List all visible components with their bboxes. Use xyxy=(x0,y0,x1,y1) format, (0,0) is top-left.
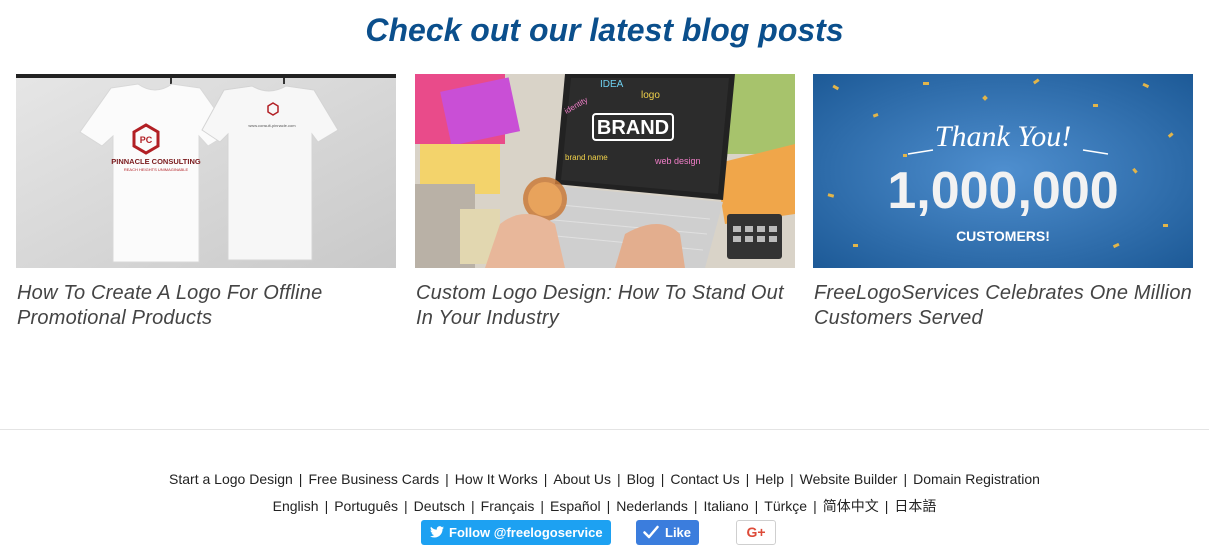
language-link-german[interactable]: Deutsch xyxy=(414,498,465,514)
thank-you-million-image: Thank You! 1,000,000 CUSTOMERS! xyxy=(813,74,1193,268)
blog-thumbnail-million[interactable]: Thank You! 1,000,000 CUSTOMERS! xyxy=(813,74,1193,268)
shirt-url-text: www.consult-pinnacle.com xyxy=(248,123,296,128)
language-link-turkish[interactable]: Türkçe xyxy=(764,498,807,514)
language-link-italian[interactable]: Italiano xyxy=(703,498,748,514)
customers-text: CUSTOMERS! xyxy=(956,228,1050,244)
footer-nav-links: Start a Logo Design | Free Business Cards |… xyxy=(169,471,1040,487)
screen-word-logo: logo xyxy=(641,90,660,101)
blog-thumbnail-tshirts[interactable]: PC PINNACLE CONSULTING REACH HEIGHTS UNI… xyxy=(16,74,396,268)
facebook-like-check-icon xyxy=(643,525,659,539)
footer-link-about-us[interactable]: About Us xyxy=(553,471,611,487)
blog-card-1[interactable]: PC PINNACLE CONSULTING REACH HEIGHTS UNI… xyxy=(16,74,396,331)
twitter-bird-icon xyxy=(430,526,444,538)
footer-language-links: English | Português | Deutsch | Français | Españ… xyxy=(272,498,937,514)
blog-post-title-1[interactable]: How To Create A Logo For Offline Promoti… xyxy=(16,281,396,331)
blog-card-3[interactable]: Thank You! 1,000,000 CUSTOMERS! FreeLogo… xyxy=(813,74,1193,331)
google-plus-icon: G+ xyxy=(746,524,766,540)
language-link-chinese[interactable]: 简体中文 xyxy=(823,498,879,514)
language-link-french[interactable]: Français xyxy=(481,498,535,514)
footer-link-blog[interactable]: Blog xyxy=(627,471,655,487)
language-link-spanish[interactable]: Español xyxy=(550,498,601,514)
thank-you-text: Thank You! xyxy=(935,120,1071,153)
footer-link-how-it-works[interactable]: How It Works xyxy=(455,471,538,487)
facebook-like-button[interactable]: Like xyxy=(636,520,699,545)
language-link-english[interactable]: English xyxy=(273,498,319,514)
blog-thumbnail-brand[interactable]: BRAND IDEA logo identity brand name web … xyxy=(415,74,795,268)
facebook-like-label: Like xyxy=(665,525,692,540)
shirt-tagline-text: REACH HEIGHTS UNIMAGINABLE xyxy=(124,167,189,172)
section-heading: Check out our latest blog posts xyxy=(365,12,844,48)
footer-link-contact-us[interactable]: Contact Us xyxy=(670,471,739,487)
language-link-japanese[interactable]: 日本語 xyxy=(894,498,936,514)
footer-link-website-builder[interactable]: Website Builder xyxy=(800,471,898,487)
footer-link-start-logo[interactable]: Start a Logo Design xyxy=(169,471,293,487)
screen-word-idea: IDEA xyxy=(600,79,624,90)
blog-post-title-2[interactable]: Custom Logo Design: How To Stand Out In … xyxy=(415,281,795,331)
twitter-follow-button[interactable]: Follow @freelogoservice xyxy=(421,520,611,545)
blog-card-2[interactable]: BRAND IDEA logo identity brand name web … xyxy=(415,74,795,331)
shirt-monogram-text: PC xyxy=(140,135,153,145)
language-link-dutch[interactable]: Nederlands xyxy=(616,498,688,514)
footer-link-business-cards[interactable]: Free Business Cards xyxy=(308,471,439,487)
million-number-text: 1,000,000 xyxy=(887,162,1118,220)
blog-post-title-3[interactable]: FreeLogoServices Celebrates One Million … xyxy=(813,281,1193,331)
screen-word-web-design: web design xyxy=(654,156,701,166)
footer-link-domain-registration[interactable]: Domain Registration xyxy=(913,471,1040,487)
screen-word-brand: BRAND xyxy=(597,117,669,139)
language-link-portuguese[interactable]: Português xyxy=(334,498,398,514)
footer-divider xyxy=(0,429,1209,430)
screen-word-brand-name: brand name xyxy=(565,153,608,162)
footer-link-help[interactable]: Help xyxy=(755,471,784,487)
laptop-brand-image: BRAND IDEA logo identity brand name web … xyxy=(415,74,795,268)
twitter-follow-label: Follow @freelogoservice xyxy=(449,525,603,540)
google-plus-button[interactable]: G+ xyxy=(736,520,776,545)
shirt-brand-text: PINNACLE CONSULTING xyxy=(111,157,201,166)
tshirts-image: PC PINNACLE CONSULTING REACH HEIGHTS UNI… xyxy=(16,74,396,268)
